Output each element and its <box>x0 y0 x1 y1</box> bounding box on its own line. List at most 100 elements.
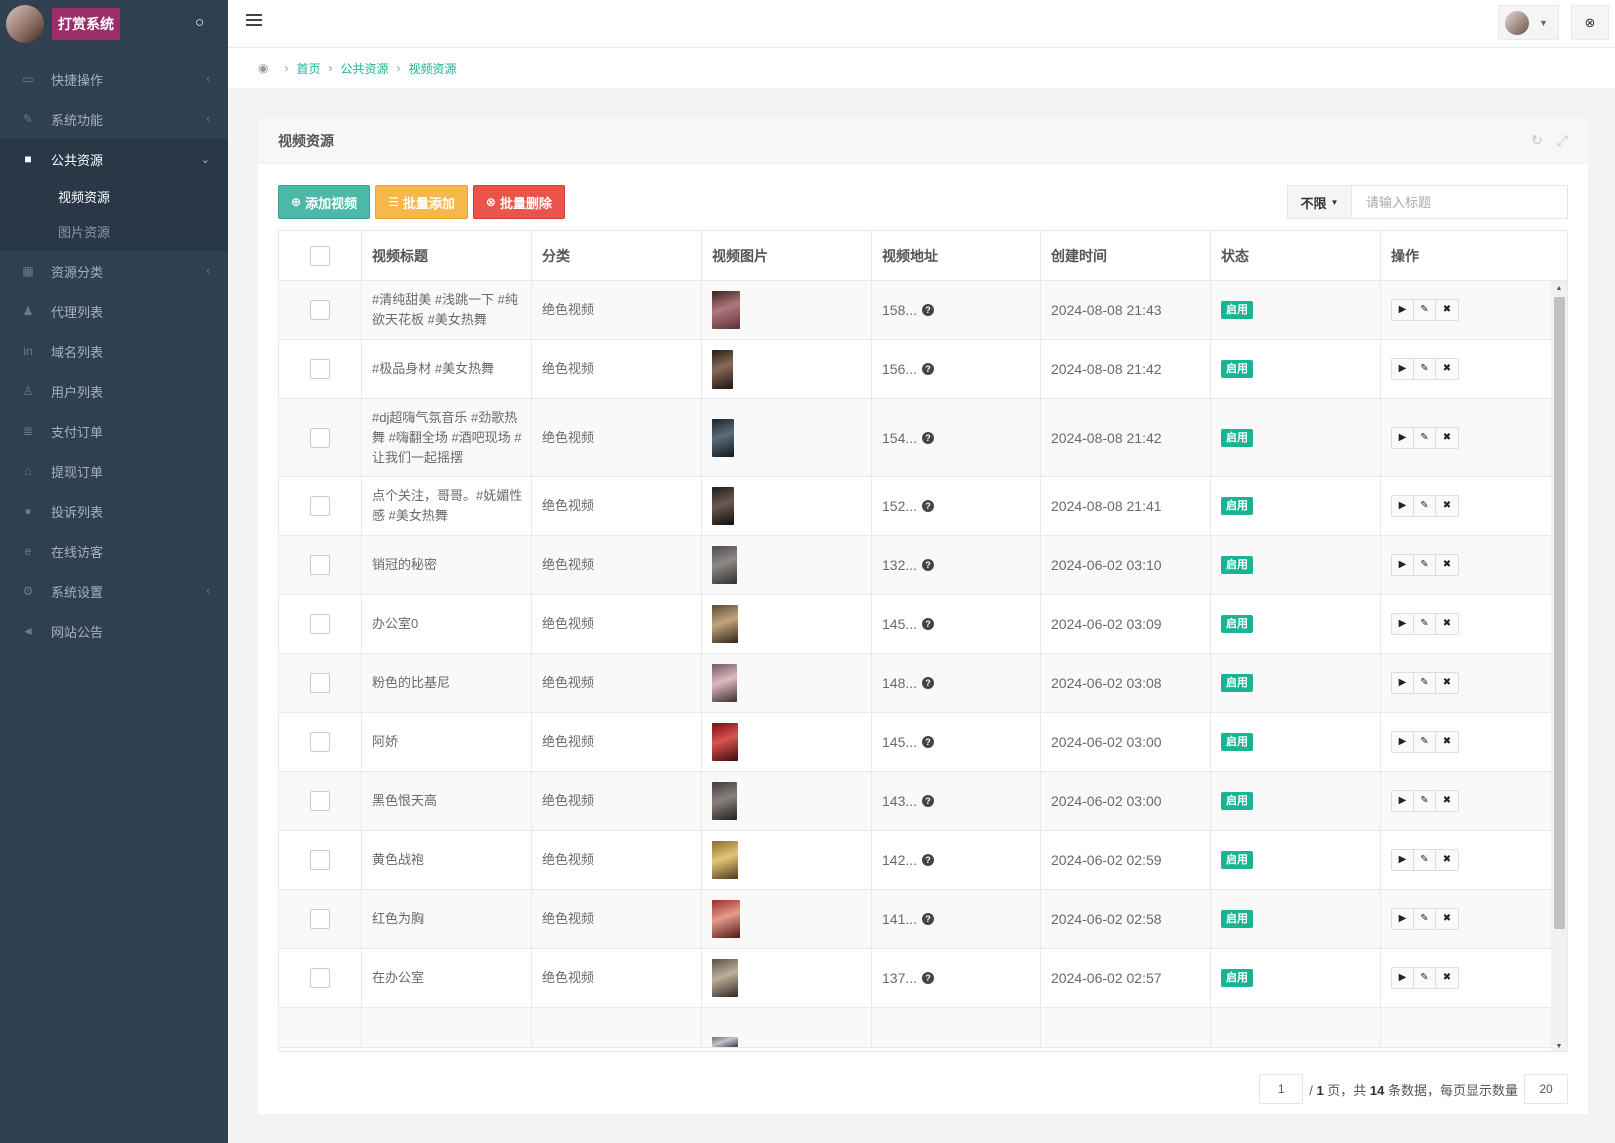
question-circle-icon[interactable]: ? <box>922 913 935 925</box>
delete-icon[interactable]: ✖ <box>1436 673 1458 693</box>
video-thumbnail[interactable] <box>712 664 737 702</box>
sidebar-item-5[interactable]: in 域名列表 <box>0 331 228 371</box>
sidebar-item-1[interactable]: ✎ 系统功能 ‹ <box>0 99 228 139</box>
trash-button[interactable]: ⊗ <box>1571 5 1609 40</box>
page-size-input[interactable] <box>1524 1074 1568 1104</box>
play-icon[interactable]: ▶ <box>1392 909 1414 929</box>
edit-icon[interactable]: ✎ <box>1414 555 1436 575</box>
play-icon[interactable]: ▶ <box>1392 968 1414 988</box>
search-input[interactable] <box>1352 186 1567 218</box>
delete-icon[interactable]: ✖ <box>1436 732 1458 752</box>
play-icon[interactable]: ▶ <box>1392 359 1414 379</box>
video-thumbnail[interactable] <box>712 782 737 820</box>
fullscreen-icon[interactable]: ⤢ <box>1557 132 1568 149</box>
row-checkbox[interactable] <box>310 732 330 752</box>
scrollbar-thumb[interactable] <box>1554 297 1565 929</box>
play-icon[interactable]: ▶ <box>1392 791 1414 811</box>
video-thumbnail[interactable] <box>712 487 734 525</box>
edit-icon[interactable]: ✎ <box>1414 791 1436 811</box>
scroll-down-arrow-icon[interactable]: ▼ <box>1551 1039 1567 1051</box>
sidebar-item-7[interactable]: ≣ 支付订单 <box>0 411 228 451</box>
edit-icon[interactable]: ✎ <box>1414 968 1436 988</box>
batch-delete-button[interactable]: ⊗ 批量删除 <box>472 185 565 219</box>
hamburger-icon[interactable] <box>246 14 262 28</box>
breadcrumb-home[interactable]: 首页 <box>296 60 320 77</box>
play-icon[interactable]: ▶ <box>1392 850 1414 870</box>
question-circle-icon[interactable]: ? <box>922 304 935 316</box>
delete-icon[interactable]: ✖ <box>1436 359 1458 379</box>
video-thumbnail[interactable] <box>712 841 738 879</box>
delete-icon[interactable]: ✖ <box>1436 968 1458 988</box>
row-checkbox[interactable] <box>310 791 330 811</box>
status-badge[interactable]: 启用 <box>1221 428 1253 447</box>
delete-icon[interactable]: ✖ <box>1436 555 1458 575</box>
edit-icon[interactable]: ✎ <box>1414 496 1436 516</box>
play-icon[interactable]: ▶ <box>1392 300 1414 320</box>
edit-icon[interactable]: ✎ <box>1414 850 1436 870</box>
delete-icon[interactable]: ✖ <box>1436 614 1458 634</box>
sidebar-item-9[interactable]: ● 投诉列表 <box>0 491 228 531</box>
video-thumbnail[interactable] <box>712 1037 738 1047</box>
play-icon[interactable]: ▶ <box>1392 614 1414 634</box>
sidebar-subitem-0[interactable]: 视频资源 <box>0 179 228 214</box>
video-thumbnail[interactable] <box>712 959 738 997</box>
question-circle-icon[interactable]: ? <box>922 854 935 866</box>
delete-icon[interactable]: ✖ <box>1436 427 1458 448</box>
delete-icon[interactable]: ✖ <box>1436 909 1458 929</box>
question-circle-icon[interactable]: ? <box>922 500 935 512</box>
user-menu-button[interactable]: ▼ <box>1498 5 1559 40</box>
play-icon[interactable]: ▶ <box>1392 732 1414 752</box>
row-checkbox[interactable] <box>310 496 330 516</box>
row-checkbox[interactable] <box>310 673 330 693</box>
question-circle-icon[interactable]: ? <box>922 677 935 689</box>
sidebar-item-11[interactable]: ⚙ 系统设置 ‹ <box>0 571 228 611</box>
sidebar-item-2[interactable]: ■ 公共资源 ⌄ <box>0 139 228 179</box>
delete-icon[interactable]: ✖ <box>1436 791 1458 811</box>
row-checkbox[interactable] <box>310 427 330 448</box>
status-badge[interactable]: 启用 <box>1221 733 1253 751</box>
play-icon[interactable]: ▶ <box>1392 427 1414 448</box>
delete-icon[interactable]: ✖ <box>1436 300 1458 320</box>
filter-dropdown[interactable]: 不限 ▼ <box>1288 186 1352 218</box>
video-thumbnail[interactable] <box>712 291 740 329</box>
video-thumbnail[interactable] <box>712 546 737 584</box>
edit-icon[interactable]: ✎ <box>1414 359 1436 379</box>
status-badge[interactable]: 启用 <box>1221 615 1253 633</box>
question-circle-icon[interactable]: ? <box>922 736 935 748</box>
sidebar-item-4[interactable]: ♟ 代理列表 <box>0 291 228 331</box>
question-circle-icon[interactable]: ? <box>922 363 935 375</box>
status-badge[interactable]: 启用 <box>1221 556 1253 574</box>
play-icon[interactable]: ▶ <box>1392 555 1414 575</box>
sidebar-item-10[interactable]: e 在线访客 <box>0 531 228 571</box>
refresh-icon[interactable]: ↻ <box>1531 132 1543 149</box>
video-thumbnail[interactable] <box>712 418 734 457</box>
question-circle-icon[interactable]: ? <box>922 795 935 807</box>
video-thumbnail[interactable] <box>712 349 733 389</box>
edit-icon[interactable]: ✎ <box>1414 300 1436 320</box>
add-video-button[interactable]: ⊕ 添加视频 <box>278 185 371 219</box>
sidebar-subitem-1[interactable]: 图片资源 <box>0 214 228 249</box>
status-badge[interactable]: 启用 <box>1221 301 1253 319</box>
question-circle-icon[interactable]: ? <box>922 559 935 571</box>
row-checkbox[interactable] <box>310 850 330 870</box>
question-circle-icon[interactable]: ? <box>922 431 935 444</box>
breadcrumb-public-resources[interactable]: 公共资源 <box>341 60 389 77</box>
row-checkbox[interactable] <box>310 555 330 575</box>
breadcrumb-video-resources[interactable]: 视频资源 <box>409 60 457 77</box>
page-number-input[interactable] <box>1259 1074 1304 1104</box>
status-badge[interactable]: 启用 <box>1221 497 1253 515</box>
play-icon[interactable]: ▶ <box>1392 673 1414 693</box>
status-badge[interactable]: 启用 <box>1221 674 1253 692</box>
sidebar-item-8[interactable]: ⌂ 提现订单 <box>0 451 228 491</box>
brand-logo[interactable]: 打赏系统 <box>52 8 120 40</box>
row-checkbox[interactable] <box>310 614 330 634</box>
row-checkbox[interactable] <box>310 909 330 929</box>
delete-icon[interactable]: ✖ <box>1436 850 1458 870</box>
edit-icon[interactable]: ✎ <box>1414 427 1436 448</box>
select-all-checkbox[interactable] <box>310 245 330 266</box>
delete-icon[interactable]: ✖ <box>1436 496 1458 516</box>
sidebar-item-3[interactable]: ▦ 资源分类 ‹ <box>0 251 228 291</box>
video-thumbnail[interactable] <box>712 605 738 643</box>
edit-icon[interactable]: ✎ <box>1414 673 1436 693</box>
table-scrollbar[interactable]: ▲ ▼ <box>1551 281 1567 1051</box>
